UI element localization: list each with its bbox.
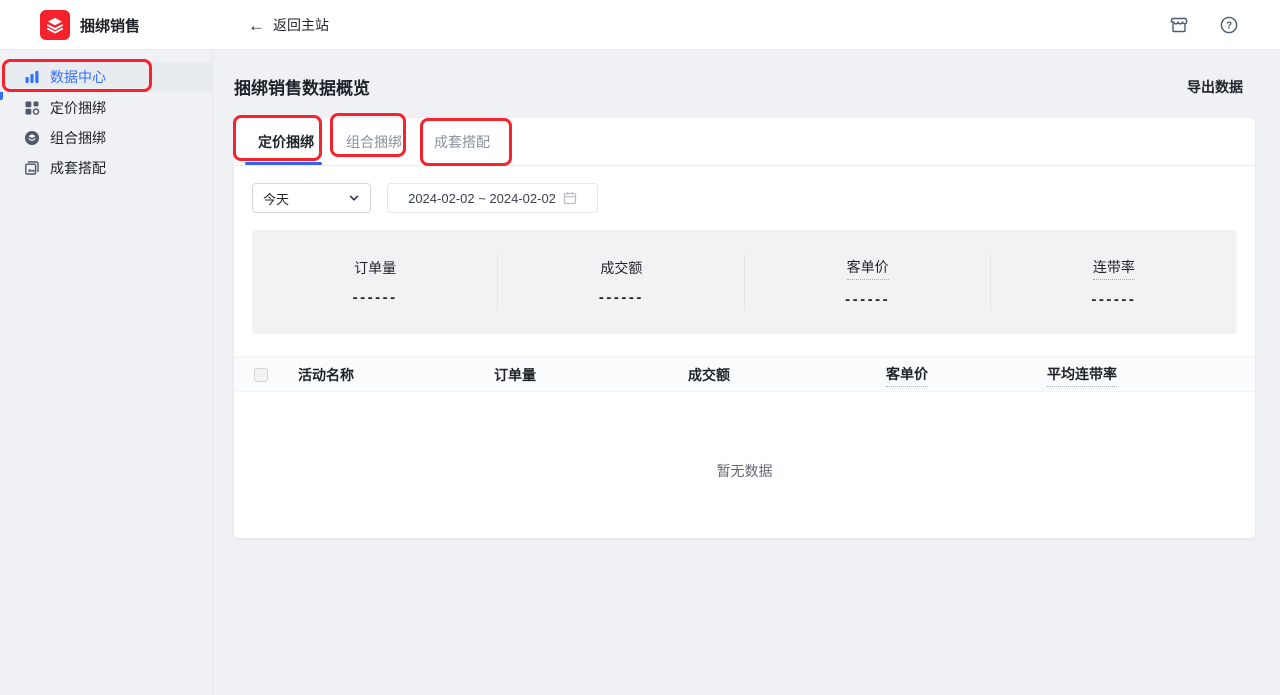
page-title: 捆绑销售数据概览 xyxy=(234,74,370,99)
empty-state-text: 暂无数据 xyxy=(234,461,1255,481)
back-arrow-icon: ← xyxy=(248,17,265,34)
layers-circle-icon xyxy=(24,130,40,146)
blocks-icon xyxy=(24,100,40,116)
sidebar-item-label: 定价捆绑 xyxy=(50,98,106,118)
calendar-icon xyxy=(563,191,577,205)
app-logo xyxy=(40,10,70,40)
stats-panel: 订单量 ------ 成交额 ------ 客单价 ------ 连带率 ---… xyxy=(252,230,1237,334)
sidebar-item-label: 成套搭配 xyxy=(50,158,106,178)
sidebar-item-label: 数据中心 xyxy=(50,67,106,87)
svg-text:?: ? xyxy=(1226,21,1232,32)
column-header-average-attachment-rate: 平均连带率 xyxy=(1047,357,1117,393)
stat-label: 连带率 xyxy=(1093,257,1135,280)
export-data-button[interactable]: 导出数据 xyxy=(1187,77,1243,97)
chevron-down-icon xyxy=(348,192,360,204)
tab-fixed-price-bundle[interactable]: 定价捆绑 xyxy=(258,132,314,152)
app-title: 捆绑销售 xyxy=(80,0,140,50)
date-preset-select[interactable]: 今天 xyxy=(252,183,371,213)
storefront-icon[interactable] xyxy=(1169,15,1189,35)
tab-bar: 定价捆绑 组合捆绑 成套搭配 xyxy=(234,118,1255,166)
tab-combo-bundle[interactable]: 组合捆绑 xyxy=(346,132,402,152)
back-to-main-link[interactable]: ← 返回主站 xyxy=(248,0,329,50)
stat-label: 订单量 xyxy=(354,258,396,278)
back-link-label: 返回主站 xyxy=(273,15,329,35)
select-all-checkbox[interactable] xyxy=(254,368,268,382)
sidebar-item-combo-bundle[interactable]: 组合捆绑 xyxy=(0,123,213,153)
stat-label: 客单价 xyxy=(847,257,889,280)
stat-attachment-rate: 连带率 ------ xyxy=(991,230,1237,334)
sidebar-item-label: 组合捆绑 xyxy=(50,128,106,148)
stat-value: ------ xyxy=(1091,291,1136,308)
stat-value: ------ xyxy=(599,289,644,306)
date-range-value: 2024-02-02 ~ 2024-02-02 xyxy=(408,191,556,206)
date-preset-value: 今天 xyxy=(263,189,289,208)
collection-image-icon xyxy=(24,160,40,176)
overview-card: 定价捆绑 组合捆绑 成套搭配 今天 2024-02-02 ~ 2024-02-0… xyxy=(234,118,1255,538)
bar-chart-icon xyxy=(24,69,40,85)
sidebar-item-set-matching[interactable]: 成套搭配 xyxy=(0,153,213,183)
stat-transaction-amount: 成交额 ------ xyxy=(498,230,744,334)
active-tab-underline xyxy=(245,162,322,165)
stat-value: ------ xyxy=(845,291,890,308)
column-header-transaction-amount: 成交额 xyxy=(688,357,730,393)
column-header-order-volume: 订单量 xyxy=(494,357,536,393)
table-header-row: 活动名称 订单量 成交额 客单价 平均连带率 xyxy=(234,356,1255,392)
sidebar-item-fixed-price-bundle[interactable]: 定价捆绑 xyxy=(0,93,213,123)
help-icon[interactable]: ? xyxy=(1219,15,1239,35)
stat-order-volume: 订单量 ------ xyxy=(252,230,498,334)
tab-set-matching[interactable]: 成套搭配 xyxy=(434,132,490,152)
column-header-average-order-value: 客单价 xyxy=(886,357,928,393)
date-range-picker[interactable]: 2024-02-02 ~ 2024-02-02 xyxy=(387,183,598,213)
stat-average-order-value: 客单价 ------ xyxy=(745,230,991,334)
stat-value: ------ xyxy=(353,289,398,306)
topbar: 捆绑销售 ← 返回主站 ? xyxy=(0,0,1280,50)
stat-label: 成交额 xyxy=(600,258,642,278)
layers-icon xyxy=(45,15,65,35)
sidebar: 数据中心 定价捆绑 组合捆绑 xyxy=(0,51,213,695)
column-header-activity-name: 活动名称 xyxy=(298,357,354,393)
sidebar-item-data-center[interactable]: 数据中心 xyxy=(0,62,213,92)
